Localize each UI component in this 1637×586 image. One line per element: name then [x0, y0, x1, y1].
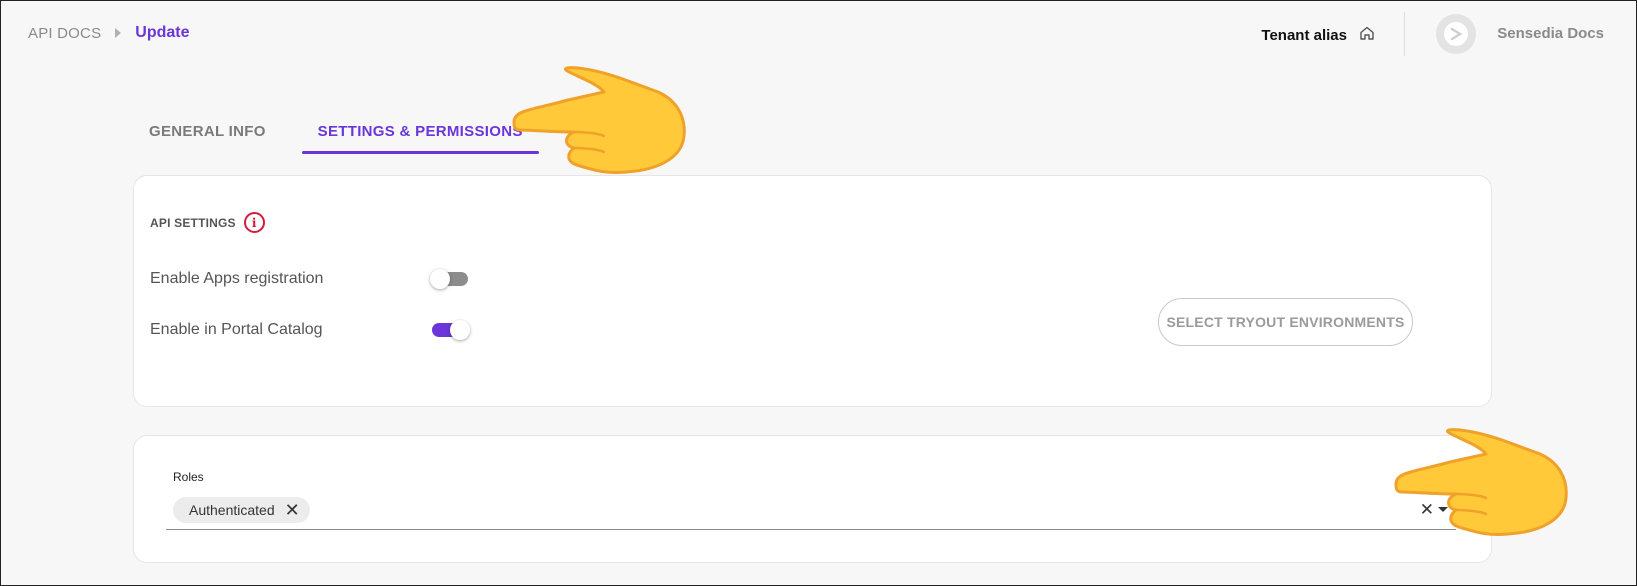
breadcrumb-root-link[interactable]: API DOCS [28, 25, 101, 42]
toggle-row-portal-catalog: Enable in Portal Catalog [150, 320, 470, 340]
api-settings-header: API SETTINGS i [150, 212, 265, 233]
tab-bar: GENERAL INFO SETTINGS & PERMISSIONS [133, 114, 539, 154]
toggle-label: Enable in Portal Catalog [150, 321, 323, 338]
toggle-knob [450, 320, 470, 340]
tenant-label: Tenant alias [1261, 27, 1347, 44]
close-icon[interactable]: ✕ [285, 501, 300, 519]
pointing-hand-icon [512, 66, 686, 174]
toggle-row-apps-registration: Enable Apps registration [150, 269, 468, 289]
roles-select[interactable]: Authenticated ✕ ✕ [166, 491, 1456, 530]
apps-registration-toggle[interactable] [430, 269, 468, 289]
pointing-hand-icon [1394, 428, 1568, 536]
brand-logo-icon [1436, 14, 1476, 54]
section-title: API SETTINGS [150, 215, 236, 230]
chevron-right-icon [115, 28, 122, 38]
toggle-knob [430, 269, 450, 289]
tab-general-info[interactable]: GENERAL INFO [133, 114, 282, 154]
role-chip-label: Authenticated [189, 502, 275, 518]
breadcrumb: API DOCS Update [28, 24, 190, 42]
tenant-selector[interactable]: Tenant alias [1261, 25, 1375, 46]
breadcrumb-current: Update [135, 24, 190, 41]
role-chip: Authenticated ✕ [173, 497, 310, 523]
select-tryout-environments-button[interactable]: SELECT TRYOUT ENVIRONMENTS [1158, 298, 1413, 346]
info-icon[interactable]: i [243, 212, 265, 233]
toggle-label: Enable Apps registration [150, 270, 324, 287]
brand-name[interactable]: Sensedia Docs [1497, 25, 1604, 42]
tab-settings-permissions[interactable]: SETTINGS & PERMISSIONS [301, 114, 539, 154]
header-divider [1404, 12, 1405, 56]
roles-card: Roles Authenticated ✕ ✕ [133, 435, 1492, 563]
roles-label: Roles [173, 470, 204, 484]
portal-catalog-toggle[interactable] [432, 320, 470, 340]
home-icon[interactable] [1359, 25, 1375, 46]
api-settings-card: API SETTINGS i Enable Apps registration … [133, 175, 1492, 407]
